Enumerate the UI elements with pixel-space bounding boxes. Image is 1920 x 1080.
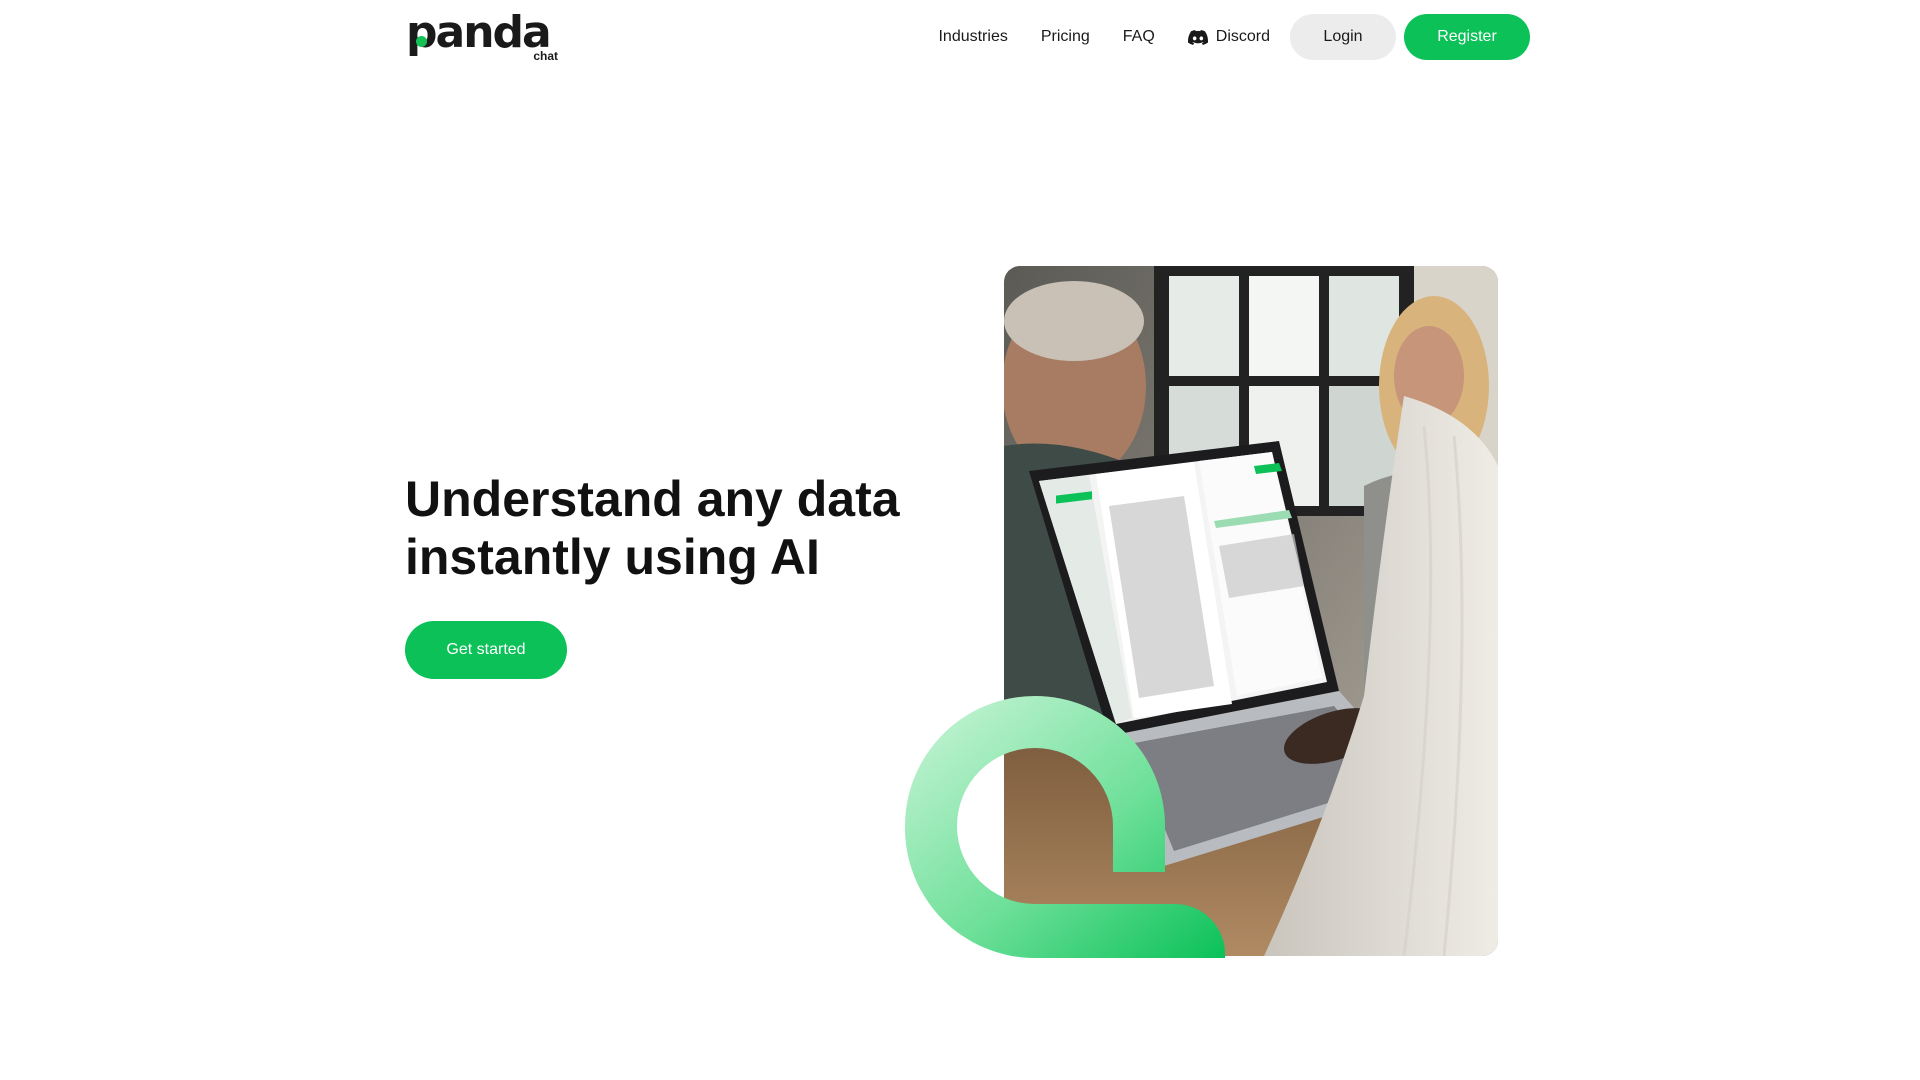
nav-link-discord[interactable]: Discord bbox=[1187, 28, 1270, 46]
nav-link-industries[interactable]: Industries bbox=[938, 28, 1007, 46]
logo-subtitle: chat bbox=[533, 49, 558, 63]
nav-link-discord-label: Discord bbox=[1215, 28, 1270, 45]
landing-page: panda chat Industries Pricing FAQ Discor… bbox=[0, 0, 1920, 1080]
hero-title-line-1: Understand any data bbox=[405, 471, 900, 527]
get-started-button[interactable]: Get started bbox=[405, 621, 567, 679]
decorative-green-loop bbox=[905, 696, 1225, 958]
site-header: panda chat Industries Pricing FAQ Discor… bbox=[406, 7, 1530, 63]
hero-title: Understand any data instantly using AI bbox=[405, 470, 925, 586]
discord-icon bbox=[1187, 29, 1208, 45]
register-button[interactable]: Register bbox=[1404, 14, 1530, 60]
nav-link-faq[interactable]: FAQ bbox=[1123, 28, 1155, 46]
main-nav: Industries Pricing FAQ Discord Login Reg… bbox=[938, 14, 1530, 60]
login-button[interactable]: Login bbox=[1290, 14, 1396, 60]
nav-link-pricing[interactable]: Pricing bbox=[1041, 28, 1090, 46]
hero-title-line-2: instantly using AI bbox=[405, 529, 820, 585]
logo-wordmark: panda bbox=[406, 7, 552, 58]
logo[interactable]: panda chat bbox=[406, 7, 558, 63]
logo-dot bbox=[416, 36, 427, 47]
